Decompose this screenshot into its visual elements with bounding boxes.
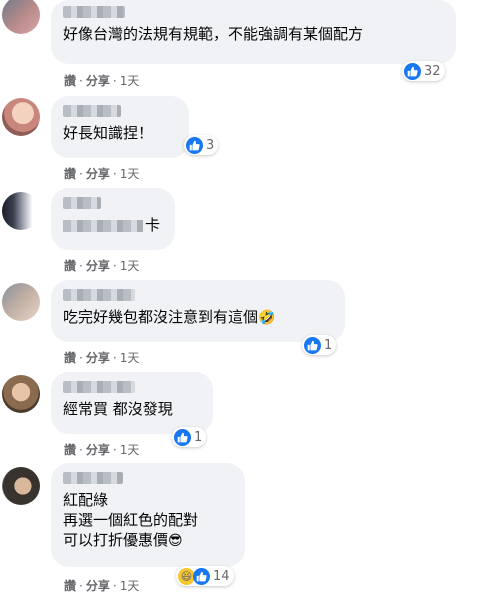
- like-icon: [304, 336, 321, 354]
- like-button[interactable]: 讚: [64, 167, 76, 181]
- comment-text: 好長知識捏！: [63, 124, 154, 142]
- comment-text: 紅配綠 再選一個紅色的配對 可以打折優惠價😎: [63, 491, 199, 549]
- commenter-name[interactable]: [63, 105, 121, 117]
- commenter-name[interactable]: [63, 6, 125, 18]
- commenter-name[interactable]: [63, 197, 101, 209]
- like-button[interactable]: 讚: [64, 259, 76, 273]
- reaction-count[interactable]: 1: [172, 427, 207, 447]
- commenter-name[interactable]: [63, 472, 123, 484]
- avatar[interactable]: [2, 467, 40, 505]
- avatar[interactable]: [2, 283, 40, 321]
- timestamp[interactable]: 1天: [120, 579, 140, 593]
- blurred-text: [63, 219, 143, 232]
- reaction-count[interactable]: 😆 14: [176, 566, 234, 586]
- comment-bubble: 好像台灣的法規有規範，不能強調有某個配方: [51, 0, 456, 64]
- share-button[interactable]: 分享: [86, 259, 110, 273]
- like-button[interactable]: 讚: [64, 351, 76, 365]
- commenter-name[interactable]: [63, 289, 135, 301]
- like-icon: [404, 62, 421, 80]
- timestamp[interactable]: 1天: [120, 74, 140, 88]
- share-button[interactable]: 分享: [86, 579, 110, 593]
- comment-actions: 讚 · 分享 · 1天: [64, 443, 140, 457]
- avatar[interactable]: [2, 375, 40, 413]
- rofl-emoji: 🤣: [258, 310, 276, 326]
- like-button[interactable]: 讚: [64, 579, 76, 593]
- sunglasses-emoji: 😎: [168, 533, 183, 549]
- share-button[interactable]: 分享: [86, 74, 110, 88]
- comment-text: 吃完好幾包都沒注意到有這個🤣: [63, 308, 276, 326]
- timestamp[interactable]: 1天: [120, 351, 140, 365]
- comment-actions: 讚 · 分享 · 1天: [64, 579, 140, 593]
- timestamp[interactable]: 1天: [120, 167, 140, 181]
- comment-bubble: 紅配綠 再選一個紅色的配對 可以打折優惠價😎: [51, 463, 245, 567]
- comment-text: 卡: [63, 215, 163, 235]
- like-icon: [174, 428, 191, 446]
- reaction-count[interactable]: 3: [184, 135, 219, 155]
- share-button[interactable]: 分享: [86, 443, 110, 457]
- like-button[interactable]: 讚: [64, 74, 76, 88]
- comment-actions: 讚 · 分享 · 1天: [64, 351, 140, 365]
- comment-bubble: 好長知識捏！: [51, 96, 189, 158]
- like-icon: [193, 567, 210, 585]
- comment-text: 好像台灣的法規有規範，不能強調有某個配方: [63, 25, 364, 43]
- comment-bubble: 經常買 都沒發現: [51, 372, 213, 434]
- comment-bubble: 吃完好幾包都沒注意到有這個🤣: [51, 280, 345, 342]
- reaction-count[interactable]: 1: [302, 335, 337, 355]
- reaction-count[interactable]: 32: [402, 61, 445, 81]
- comment-actions: 讚 · 分享 · 1天: [64, 259, 140, 273]
- timestamp[interactable]: 1天: [120, 443, 140, 457]
- share-button[interactable]: 分享: [86, 167, 110, 181]
- commenter-name[interactable]: [63, 381, 135, 393]
- comment-actions: 讚 · 分享 · 1天: [64, 167, 140, 181]
- timestamp[interactable]: 1天: [120, 259, 140, 273]
- comment-actions: 讚 · 分享 · 1天: [64, 74, 140, 88]
- avatar[interactable]: [2, 0, 40, 34]
- like-icon: [186, 136, 203, 154]
- avatar[interactable]: [2, 98, 40, 136]
- like-button[interactable]: 讚: [64, 443, 76, 457]
- comment-text: 經常買 都沒發現: [63, 400, 173, 418]
- share-button[interactable]: 分享: [86, 351, 110, 365]
- comment-bubble: 卡: [51, 188, 175, 250]
- avatar[interactable]: [2, 192, 40, 230]
